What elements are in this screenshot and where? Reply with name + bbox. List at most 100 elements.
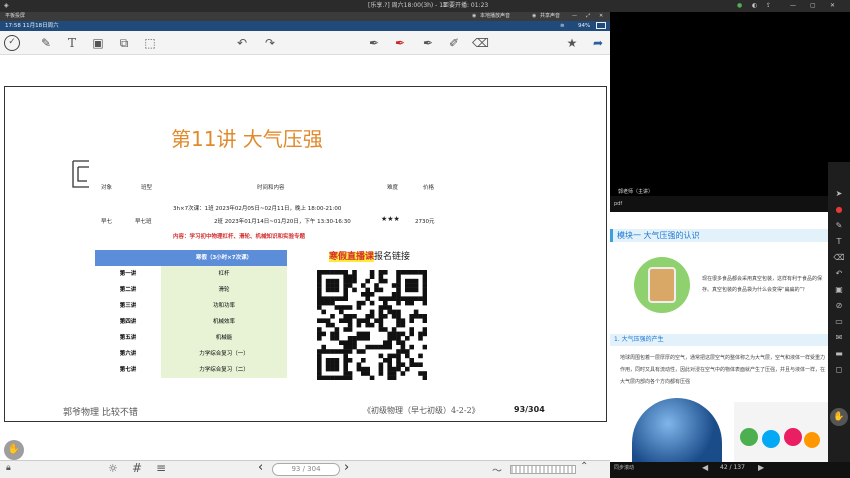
live-label-highlight: 寒假直播课 [329,252,375,262]
next-page-icon[interactable]: › [344,460,349,475]
note-side-icon[interactable]: ✉ [833,332,845,344]
corner-logo-icon [72,160,89,188]
pen-thin-icon[interactable]: ✒ [420,35,436,51]
lesson-topic: 力学综合复习（二） [161,362,287,378]
system-title-bar: ◈ [乐享.?] 周六18:00(3h) - 11 距要开播: 01:23 ● … [0,0,850,12]
list-icon[interactable]: ≡ [156,461,166,475]
minimize-icon[interactable]: — [790,0,796,12]
pen-gray-icon[interactable]: ✒ [366,35,382,51]
difficulty-stars: ★★★ [381,215,400,223]
slide-prev-icon[interactable]: ◀ [702,463,708,472]
cursor-tool-icon[interactable]: ➤ [833,188,845,200]
earth-image [632,398,722,462]
chart-view-icon[interactable]: 〜 [492,462,502,477]
favorite-star-icon[interactable]: ★ [564,35,580,51]
footer-book: 《初级物理（早七初级）4-2-2》 [363,406,480,415]
lesson-name: 第六讲 [119,351,137,357]
share-icon[interactable]: ⇪ [766,0,771,12]
table-row: 第二讲 滑轮 [95,282,287,298]
live-label-rest: 报名链接 [374,252,411,262]
schedule-line-1: 3h×7次课：1班 2023年02月05日~02月11日，晚上 18:00-21… [173,206,342,212]
text-side-icon[interactable]: T [833,236,845,248]
highlighter-icon[interactable]: ✐ [446,35,462,51]
eraser-side-icon[interactable]: ⌫ [833,252,845,264]
select-tool-icon[interactable]: ⬚ [142,35,158,51]
header-price: 价格 [423,185,435,191]
lesson-name: 第三讲 [119,303,137,309]
window-title: [乐享.?] 周六18:00(3h) - 11 [368,2,447,9]
lock-icon[interactable]: 🔒︎ [6,463,11,473]
done-check-icon[interactable]: ✓ [4,35,20,51]
qr-code[interactable] [317,270,427,380]
text-tool-icon[interactable]: T [64,35,80,51]
lesson-topic: 滑轮 [161,282,287,298]
app-restore-icon[interactable]: ⤢ [586,12,590,21]
collapse-up-icon[interactable]: ⌃ [580,461,588,472]
undo-icon[interactable]: ↶ [234,35,250,51]
mic-icon[interactable]: ● [737,0,742,12]
pen-tool-icon[interactable]: ✎ [38,35,54,51]
grid-icon[interactable]: # [132,461,142,475]
suction-cups-image [734,402,828,462]
live-class-panel: 郭老师（主讲） pdf 模块一 大气压强的认识 现在很多食品都会采用真空包装，这… [610,12,850,478]
app-title-bar: 平板投屏 ◉ 本地播放声音 ◉ 共享声音 — ⤢ ✕ [0,12,610,21]
app-minimize-icon[interactable]: — [572,12,577,21]
chat-side-icon[interactable]: ▬ [833,348,845,360]
lessons-table: 寒假（3小时×7次课） 第一讲 杠杆 第二讲 滑轮 第三讲 功和功率 第四讲 机… [95,250,287,378]
screen-mirror-window: 平板投屏 ◉ 本地播放声音 ◉ 共享声音 — ⤢ ✕ 17:58 11月18日周… [0,12,610,478]
course-content-line: 内容：学习初中物理杠杆、滑轮、机械知识和实验专题 [173,234,306,240]
speaker-icon[interactable]: ◐ [752,0,757,12]
module-title: 模块一 大气压强的认识 [617,231,700,240]
lesson-topic: 杠杆 [161,266,287,282]
sync-scroll-label[interactable]: 同步滚动 [614,464,634,471]
clear-side-icon[interactable]: ⊘ [833,300,845,312]
app-logo-icon: ◈ [4,2,9,9]
shape-tool-icon[interactable]: ⧉ [116,35,132,51]
app-name: 平板投屏 [5,13,26,19]
laser-icon[interactable]: ● [833,204,845,216]
floating-hand-icon[interactable]: ✋ [4,440,24,460]
content-label: pdf [610,196,828,212]
table-row: 第一讲 杠杆 [95,266,287,282]
header-time: 时间和内容 [257,185,285,191]
pdf-page: 第11讲 大气压强 对象 班型 时间和内容 难度 价格 3h×7次课：1班 20… [4,86,607,422]
close-icon[interactable]: ✕ [830,0,835,12]
schedule-line-2: 2班 2023年01月14日~01月20日，下午 13:30-16:30 [214,219,351,225]
image-tool-icon[interactable]: ▣ [90,35,106,51]
image-side-icon[interactable]: ▣ [833,284,845,296]
footer-left: 郭爷物理 比较不错 [63,408,138,418]
local-audio-icon: ◉ [472,13,477,19]
app-close-icon[interactable]: ✕ [599,12,603,21]
share-arrow-icon[interactable]: ➦ [590,35,606,51]
teacher-video: 郭老师（主讲） [610,12,850,195]
lesson-name: 第一讲 [119,271,137,277]
subsection-title: 1. 大气压强的产生 [614,336,664,343]
lesson-name: 第二讲 [119,287,137,293]
table-row: 第四讲 机械效率 [95,314,287,330]
lecture-title: 第11讲 大气压强 [171,127,323,151]
pen-red-icon[interactable]: ✒ [392,35,408,51]
pen-side-icon[interactable]: ✎ [833,220,845,232]
wifi-icon: ≋ [560,23,565,29]
raise-hand-icon[interactable]: ✋ [830,408,848,426]
table-row: 第五讲 机械能 [95,330,287,346]
status-time: 17:58 11月18日周六 [5,23,59,29]
eraser-icon[interactable]: ⌫ [472,35,489,51]
brightness-icon[interactable]: ☼ [108,462,118,475]
undo-side-icon[interactable]: ↶ [833,268,845,280]
countdown-label: 距要开播: 01:23 [443,2,489,9]
slide-paragraph-1: 现在很多食品都会采用真空包装，这样有利于食品的保存。真空包装的食品袋为什么会变得… [702,276,823,293]
slide-next-icon[interactable]: ▶ [758,463,764,472]
table-row: 第七讲 力学综合复习（二） [95,362,287,378]
battery-icon [596,22,606,29]
row-target: 早七 [101,219,113,225]
redo-icon[interactable]: ↷ [262,35,278,51]
maximize-icon[interactable]: ▢ [810,0,816,12]
prev-page-icon[interactable]: ‹ [258,460,263,475]
shape-side-icon[interactable]: ◻ [833,364,845,376]
page-indicator[interactable]: 93 / 304 [272,463,340,476]
local-audio-button[interactable]: 本地播放声音 [480,12,510,21]
page-side-icon[interactable]: ▭ [833,316,845,328]
share-audio-button[interactable]: 共享声音 [540,12,560,21]
page-thumbnail-strip[interactable] [510,465,576,474]
